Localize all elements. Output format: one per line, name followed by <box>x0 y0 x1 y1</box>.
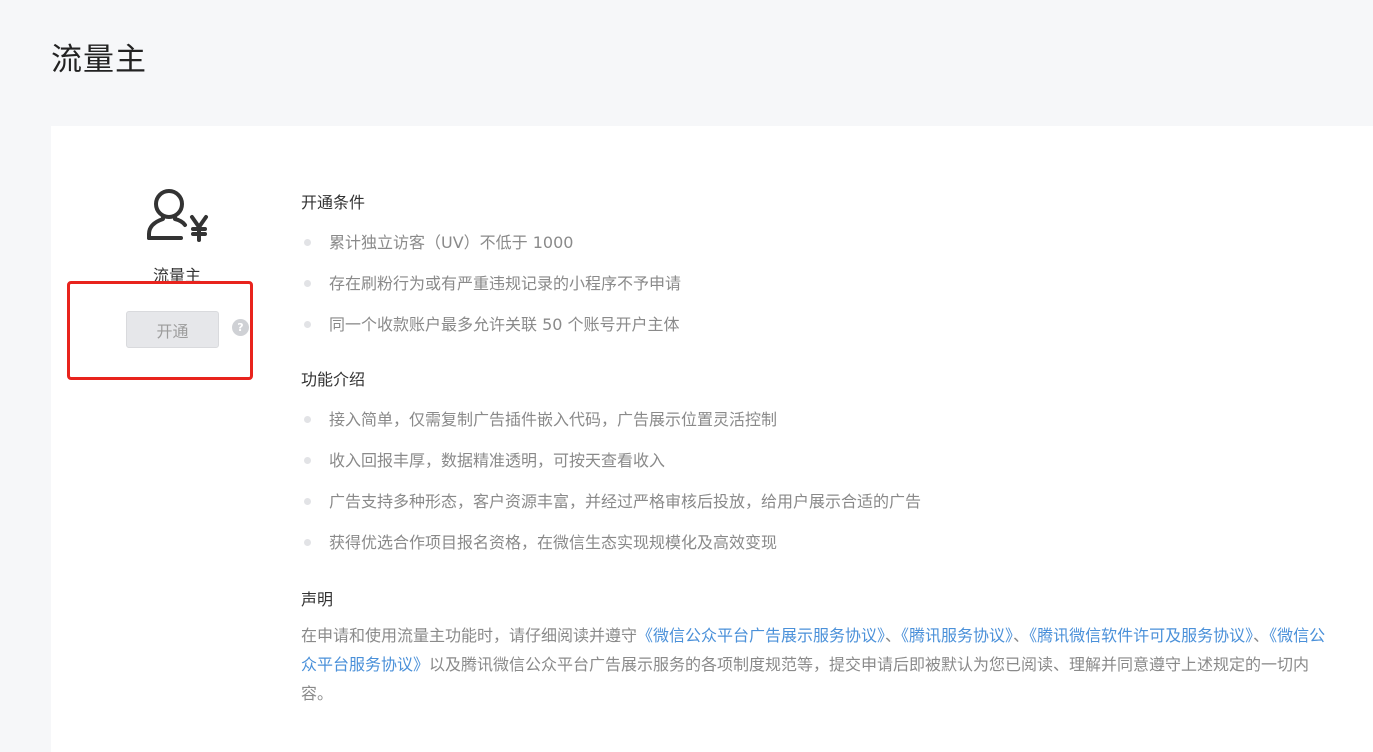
feature-name: 流量主 <box>152 266 201 285</box>
feature-details: 开通条件 累计独立访客（UV）不低于 1000 存在刷粉行为或有严重违规记录的小… <box>301 192 1341 708</box>
separator: 、 <box>1253 626 1270 645</box>
declaration-text: 在申请和使用流量主功能时，请仔细阅读并遵守《微信公众平台广告展示服务协议》、《腾… <box>301 621 1331 708</box>
list-item: 存在刷粉行为或有严重违规记录的小程序不予申请 <box>301 263 1341 304</box>
list-item: 接入简单，仅需复制广告插件嵌入代码，广告展示位置灵活控制 <box>301 399 1341 440</box>
open-button[interactable]: 开通 <box>126 311 219 348</box>
declaration-title: 声明 <box>301 590 334 609</box>
user-yen-icon <box>147 189 208 242</box>
conditions-title: 开通条件 <box>301 193 366 212</box>
ad-service-agreement-link[interactable]: 《微信公众平台广告展示服务协议》 <box>637 626 885 645</box>
list-item: 同一个收款账户最多允许关联 50 个账号开户主体 <box>301 304 1341 345</box>
list-item: 获得优选合作项目报名资格，在微信生态实现规模化及高效变现 <box>301 522 1341 563</box>
conditions-list: 累计独立访客（UV）不低于 1000 存在刷粉行为或有严重违规记录的小程序不予申… <box>301 222 1341 345</box>
separator: 、 <box>1013 626 1030 645</box>
conditions-section: 开通条件 累计独立访客（UV）不低于 1000 存在刷粉行为或有严重违规记录的小… <box>301 192 1341 345</box>
list-item: 收入回报丰厚，数据精准透明，可按天查看收入 <box>301 440 1341 481</box>
list-item: 累计独立访客（UV）不低于 1000 <box>301 222 1341 263</box>
tencent-service-agreement-link[interactable]: 《腾讯服务协议》 <box>901 626 1013 645</box>
features-list: 接入简单，仅需复制广告插件嵌入代码，广告展示位置灵活控制 收入回报丰厚，数据精准… <box>301 399 1341 563</box>
separator: 、 <box>885 626 902 645</box>
declaration-section: 声明 在申请和使用流量主功能时，请仔细阅读并遵守《微信公众平台广告展示服务协议》… <box>301 589 1341 708</box>
help-icon[interactable]: ? <box>232 319 249 336</box>
feature-summary: 流量主 开通 ? <box>51 126 301 426</box>
wechat-license-agreement-link[interactable]: 《腾讯微信软件许可及服务协议》 <box>1029 626 1253 645</box>
page-title: 流量主 <box>51 42 147 78</box>
feature-card: 流量主 开通 ? 开通条件 累计独立访客（UV）不低于 1000 存在刷粉行为或… <box>51 126 1373 752</box>
declaration-text-after: 以及腾讯微信公众平台广告展示服务的各项制度规范等，提交申请后即被默认为您已阅读、… <box>301 655 1310 703</box>
features-section: 功能介绍 接入简单，仅需复制广告插件嵌入代码，广告展示位置灵活控制 收入回报丰厚… <box>301 369 1341 563</box>
declaration-text-before: 在申请和使用流量主功能时，请仔细阅读并遵守 <box>301 626 638 645</box>
list-item: 广告支持多种形态，客户资源丰富，并经过严格审核后投放，给用户展示合适的广告 <box>301 481 1341 522</box>
features-title: 功能介绍 <box>301 370 366 389</box>
